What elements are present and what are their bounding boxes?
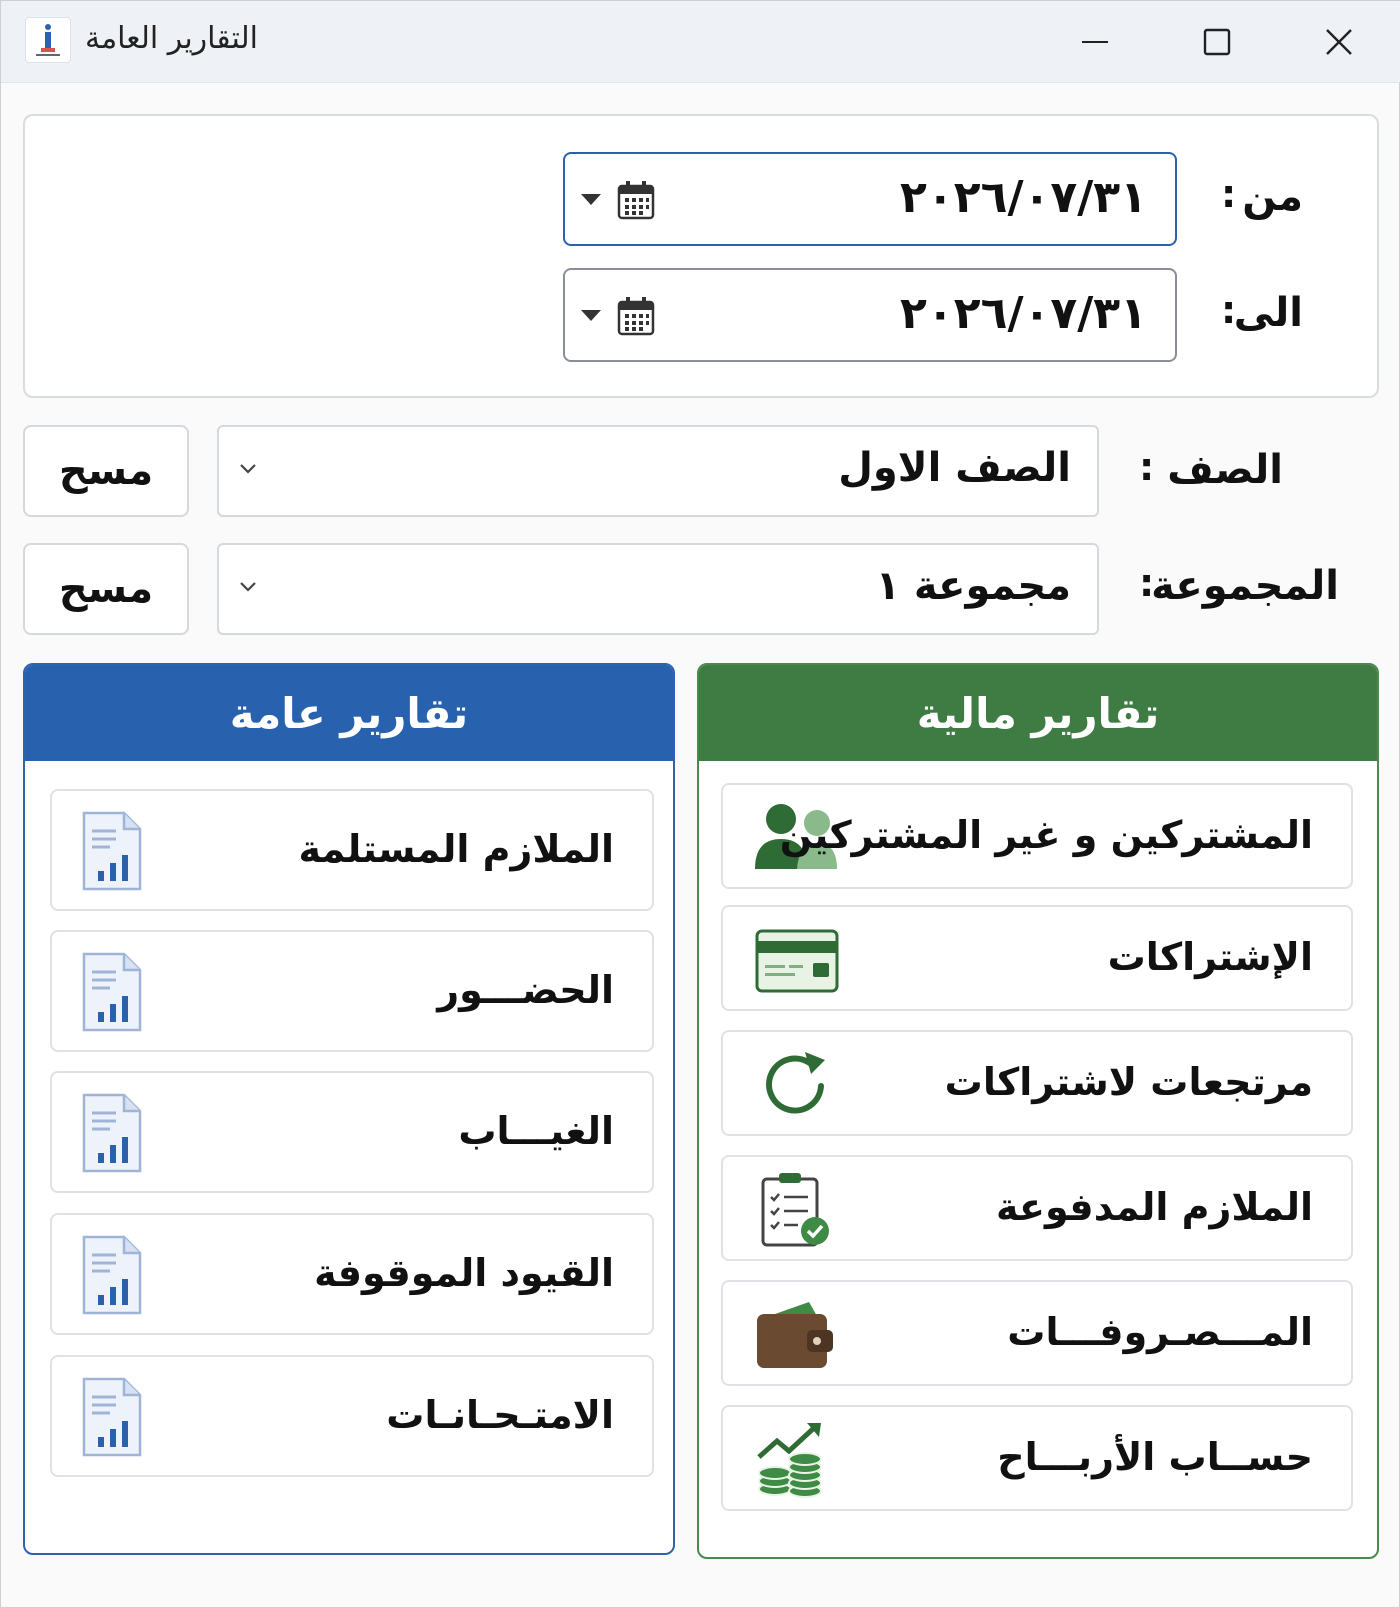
from-label: من xyxy=(1242,174,1303,220)
close-button[interactable] xyxy=(1309,19,1369,65)
date-range-panel: من : ٢٠٢٦/٠٧/٣١ الى : ٢٠٢٦/٠٧/٣١ xyxy=(23,114,1379,398)
minimize-icon xyxy=(1082,41,1108,43)
subscription-refunds-report-label: مرتجعات لاشتراكات xyxy=(944,1060,1313,1104)
subscriptions-report-label: الإشتراكات xyxy=(1107,935,1313,979)
minimize-button[interactable] xyxy=(1065,19,1125,65)
calendar-icon[interactable] xyxy=(617,296,655,336)
suspended-records-report-label: القيود الموقوفة xyxy=(314,1251,614,1295)
report-chart-icon xyxy=(82,1235,142,1315)
attendance-report-button[interactable]: الحضـــور xyxy=(50,930,654,1052)
maximize-button[interactable] xyxy=(1187,19,1247,65)
app-icon xyxy=(25,17,71,63)
subscribers-report-label: المشتركين و غير المشتركين xyxy=(779,813,1313,857)
group-label: المجموعة xyxy=(1151,563,1339,609)
received-handouts-report-button[interactable]: الملازم المستلمة xyxy=(50,789,654,911)
chevron-down-icon xyxy=(240,582,256,592)
from-dropdown-arrow-icon[interactable] xyxy=(581,194,601,205)
close-icon xyxy=(1326,29,1352,55)
exams-report-button[interactable]: الامتـحـانـات xyxy=(50,1355,654,1477)
from-date-value: ٢٠٢٦/٠٧/٣١ xyxy=(900,172,1147,223)
attendance-report-label: الحضـــور xyxy=(437,968,614,1012)
expenses-report-button[interactable]: المـــصـروفـــات xyxy=(721,1280,1353,1386)
refresh-icon xyxy=(766,1052,825,1114)
expenses-report-label: المـــصـروفـــات xyxy=(1007,1310,1313,1354)
report-chart-icon xyxy=(82,952,142,1032)
window-title: التقارير العامة xyxy=(85,21,259,56)
from-date-picker[interactable]: ٢٠٢٦/٠٧/٣١ xyxy=(563,152,1177,246)
reports-window: التقارير العامة من : ٢٠٢٦/٠٧/٣١ الى: ٢٠… xyxy=(0,0,1400,1608)
clear-class-button[interactable]: مسح xyxy=(23,425,189,517)
calendar-icon[interactable] xyxy=(617,180,655,220)
to-date-value: ٢٠٢٦/٠٧/٣١ xyxy=(900,288,1147,339)
maximize-icon xyxy=(1203,28,1231,56)
group-colon: : xyxy=(1139,561,1155,605)
group-select[interactable]: مجموعة ١ xyxy=(217,543,1099,635)
group-select-value: مجموعة ١ xyxy=(875,563,1071,609)
subscription-refunds-report-button[interactable]: مرتجعات لاشتراكات xyxy=(721,1030,1353,1136)
class-select-value: الصف الاول xyxy=(838,445,1071,491)
to-colon: : xyxy=(1221,288,1237,332)
subscribers-report-button[interactable]: المشتركين و غير المشتركين xyxy=(721,783,1353,889)
chevron-down-icon xyxy=(240,464,256,474)
class-select[interactable]: الصف الاول xyxy=(217,425,1099,517)
from-colon: : xyxy=(1221,172,1237,216)
profit-calculation-report-label: حســاب الأربـــاح xyxy=(997,1435,1313,1479)
report-chart-icon xyxy=(82,1093,142,1173)
class-label: الصف xyxy=(1167,447,1283,493)
to-label: الى xyxy=(1233,290,1303,336)
profit-calculation-report-button[interactable]: حســاب الأربـــاح xyxy=(721,1405,1353,1511)
general-reports-panel: تقارير عامة الملازم المستلمة الحضـــور ا… xyxy=(23,663,675,1555)
suspended-records-report-button[interactable]: القيود الموقوفة xyxy=(50,1213,654,1335)
financial-reports-header: تقارير مالية xyxy=(699,665,1377,761)
report-chart-icon xyxy=(82,811,142,891)
absence-report-label: الغيـــاب xyxy=(458,1109,614,1153)
financial-reports-panel: تقارير مالية المشتركين و غير المشتركين ا… xyxy=(697,663,1379,1559)
clear-group-button[interactable]: مسح xyxy=(23,543,189,635)
clipboard-check-icon xyxy=(761,1173,829,1247)
paid-handouts-report-label: الملازم المدفوعة xyxy=(995,1185,1313,1229)
report-chart-icon xyxy=(82,1377,142,1457)
title-bar: التقارير العامة xyxy=(1,1,1400,83)
to-date-picker[interactable]: ٢٠٢٦/٠٧/٣١ xyxy=(563,268,1177,362)
subscriptions-report-button[interactable]: الإشتراكات xyxy=(721,905,1353,1011)
to-dropdown-arrow-icon[interactable] xyxy=(581,310,601,321)
coins-growth-icon xyxy=(757,1423,822,1498)
general-reports-header: تقارير عامة xyxy=(25,665,673,761)
wallet-icon xyxy=(757,1302,833,1368)
absence-report-button[interactable]: الغيـــاب xyxy=(50,1071,654,1193)
exams-report-label: الامتـحـانـات xyxy=(386,1393,614,1437)
class-colon: : xyxy=(1139,445,1155,489)
received-handouts-report-label: الملازم المستلمة xyxy=(298,827,614,871)
paid-handouts-report-button[interactable]: الملازم المدفوعة xyxy=(721,1155,1353,1261)
credit-card-icon xyxy=(755,929,839,993)
